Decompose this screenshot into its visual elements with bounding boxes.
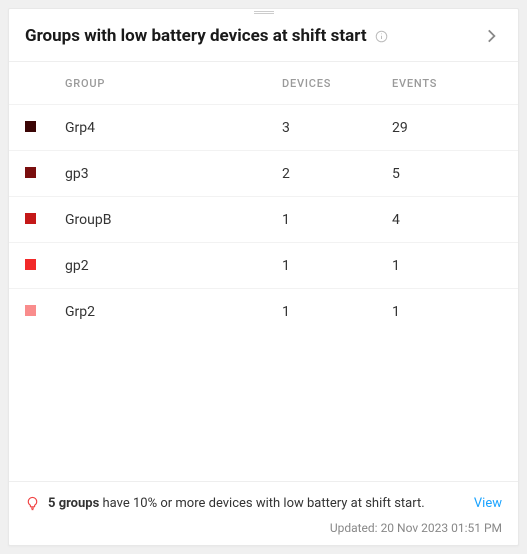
chevron-right-icon[interactable] <box>480 25 502 47</box>
updated-timestamp: Updated: 20 Nov 2023 01:51 PM <box>25 521 502 535</box>
summary-count: 5 groups <box>48 496 99 511</box>
groups-table: GROUP DEVICES EVENTS Grp4329gp325GroupB1… <box>9 61 518 481</box>
cell-devices: 1 <box>282 212 392 228</box>
col-devices: DEVICES <box>282 77 392 90</box>
col-events: EVENTS <box>392 77 502 90</box>
view-link[interactable]: View <box>474 496 502 511</box>
summary-rest: have 10% or more devices with low batter… <box>99 496 424 511</box>
table-row[interactable]: gp325 <box>9 150 518 196</box>
color-swatch <box>25 305 36 316</box>
table-header: GROUP DEVICES EVENTS <box>9 62 518 104</box>
cell-devices: 1 <box>282 304 392 320</box>
summary-text: 5 groups have 10% or more devices with l… <box>48 496 425 511</box>
color-swatch <box>25 213 36 224</box>
info-icon[interactable] <box>375 30 388 43</box>
cell-devices: 1 <box>282 258 392 274</box>
summary-row: 5 groups have 10% or more devices with l… <box>25 496 502 511</box>
cell-events: 5 <box>392 166 502 182</box>
cell-group: gp2 <box>65 258 282 274</box>
cell-group: gp3 <box>65 166 282 182</box>
cell-events: 1 <box>392 304 502 320</box>
cell-events: 4 <box>392 212 502 228</box>
card-header: Groups with low battery devices at shift… <box>9 15 518 61</box>
lightbulb-icon <box>25 496 40 511</box>
color-swatch <box>25 259 36 270</box>
low-battery-groups-card: Groups with low battery devices at shift… <box>8 8 519 546</box>
card-footer: 5 groups have 10% or more devices with l… <box>9 481 518 545</box>
cell-events: 1 <box>392 258 502 274</box>
card-title: Groups with low battery devices at shift… <box>25 26 367 46</box>
cell-group: Grp2 <box>65 304 282 320</box>
cell-events: 29 <box>392 120 502 136</box>
table-row[interactable]: Grp211 <box>9 288 518 334</box>
cell-devices: 2 <box>282 166 392 182</box>
table-row[interactable]: gp211 <box>9 242 518 288</box>
table-row[interactable]: GroupB14 <box>9 196 518 242</box>
cell-devices: 3 <box>282 120 392 136</box>
table-row[interactable]: Grp4329 <box>9 104 518 150</box>
color-swatch <box>25 167 36 178</box>
color-swatch <box>25 121 36 132</box>
cell-group: Grp4 <box>65 120 282 136</box>
col-group: GROUP <box>65 77 282 90</box>
cell-group: GroupB <box>65 212 282 228</box>
